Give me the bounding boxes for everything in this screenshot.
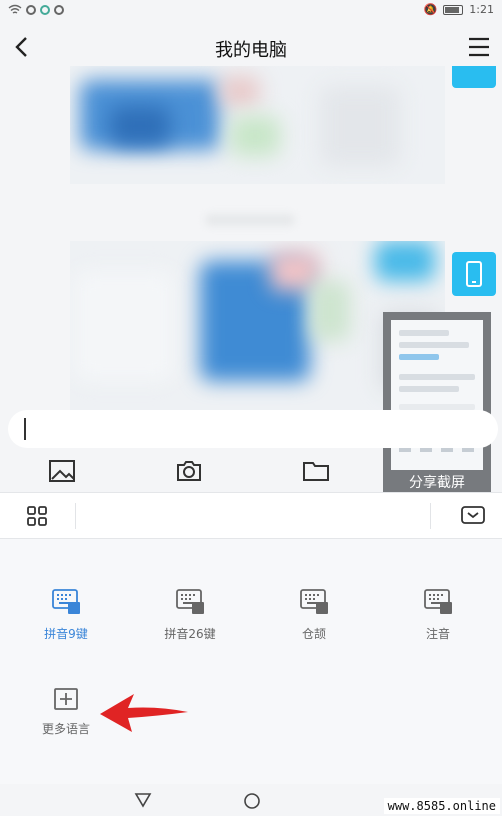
- blurred-image-message-1[interactable]: [70, 66, 445, 184]
- message-input[interactable]: [8, 410, 498, 448]
- triangle-back-icon[interactable]: [134, 792, 152, 808]
- language-label: 拼音26键: [164, 627, 216, 641]
- keyboard-icon: [424, 589, 452, 614]
- keyboard-top-bar: [0, 493, 502, 539]
- wifi-icon: [8, 4, 22, 14]
- image-icon[interactable]: [48, 458, 76, 484]
- menu-icon[interactable]: [466, 36, 492, 58]
- annotation-arrow: [100, 694, 188, 732]
- camera-icon[interactable]: [175, 458, 203, 484]
- collapse-keyboard-icon[interactable]: [460, 505, 486, 525]
- keyboard-icon: [300, 589, 328, 614]
- divider: [75, 503, 76, 529]
- keyboard-icon: [52, 589, 80, 614]
- mute-icon: 🔕: [423, 3, 438, 16]
- language-label: 拼音9键: [44, 627, 88, 641]
- plus-box-icon: [54, 688, 78, 710]
- text-cursor: [24, 418, 26, 440]
- watermark: www.8585.online: [383, 798, 500, 814]
- circle-home-icon[interactable]: [243, 792, 261, 810]
- status-time: 1:21: [469, 3, 494, 16]
- language-label: 仓颉: [301, 627, 326, 641]
- language-cangjie[interactable]: 仓颉: [264, 589, 364, 642]
- notification-icon-2: [40, 5, 50, 15]
- status-icons: [8, 4, 64, 16]
- side-action-button[interactable]: [452, 66, 496, 88]
- grid-icon[interactable]: [26, 505, 48, 527]
- navigation-bar: www.8585.online: [0, 784, 502, 816]
- notification-icon-3: [54, 5, 64, 15]
- keyboard-icon: [176, 589, 204, 614]
- page-title: 我的电脑: [215, 40, 287, 61]
- message-timestamp: [205, 214, 295, 226]
- title-bar: 我的电脑: [0, 22, 502, 72]
- phone-button[interactable]: [452, 252, 496, 296]
- language-zhuyin[interactable]: 注音: [388, 589, 488, 642]
- language-label: 注音: [425, 627, 450, 641]
- status-right: 🔕 1:21: [424, 3, 494, 16]
- divider: [430, 503, 431, 529]
- battery-icon: [443, 4, 464, 15]
- more-languages-button[interactable]: 更多语言: [36, 688, 96, 737]
- language-pinyin-26[interactable]: 拼音26键: [140, 589, 240, 642]
- more-languages-label: 更多语言: [41, 722, 90, 736]
- notification-icon: [26, 5, 36, 15]
- status-bar: 🔕 1:21: [0, 0, 502, 22]
- folder-icon[interactable]: [302, 458, 330, 484]
- keyboard-panel: 拼音9键 拼音26键 仓颉 注音: [0, 492, 502, 784]
- language-pinyin-9[interactable]: 拼音9键: [16, 589, 116, 642]
- chat-toolbar: [0, 452, 502, 492]
